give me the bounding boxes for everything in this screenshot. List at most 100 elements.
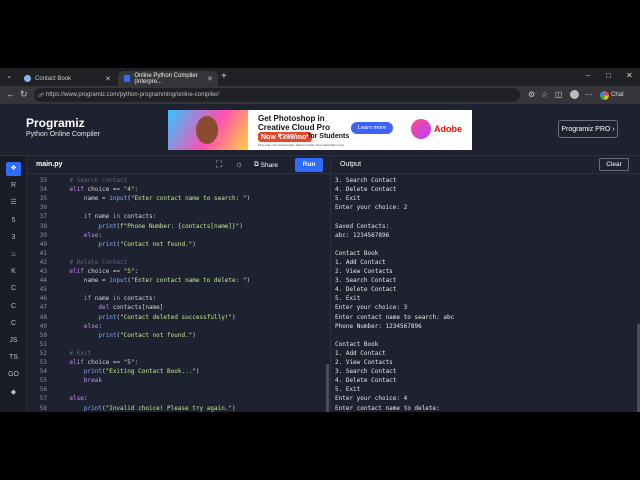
programiz-pro-button[interactable]: Programiz PRO › xyxy=(558,120,618,138)
code-line[interactable]: 47 del contacts[name] xyxy=(27,303,330,312)
tab-search-icon[interactable]: ⌄ xyxy=(4,72,14,82)
share-button[interactable]: ⧉ Share xyxy=(254,159,288,171)
code-line[interactable]: 55 break xyxy=(27,376,330,385)
code-token: ) xyxy=(246,195,251,203)
close-icon[interactable]: ✕ xyxy=(105,75,111,83)
sql-icon[interactable]: ☰ xyxy=(6,196,21,210)
split-view-icon[interactable]: ◫ xyxy=(555,90,563,99)
code-line[interactable]: 58 print("Invalid choice! Please try aga… xyxy=(27,404,330,413)
clear-button[interactable]: Clear xyxy=(599,158,629,171)
code-token: input xyxy=(109,277,128,285)
code-line[interactable]: 44 name = input("Enter contact name to d… xyxy=(27,276,330,285)
swift-icon[interactable]: ◆ xyxy=(6,386,21,400)
code-line[interactable]: 46 if name in contacts: xyxy=(27,294,330,303)
programiz-logo[interactable]: Programiz xyxy=(26,116,85,130)
code-line[interactable]: 49 else: xyxy=(27,322,330,331)
code-token: "Exiting Contact Book..." xyxy=(105,368,196,376)
code-token: else xyxy=(83,322,99,330)
code-token: : xyxy=(98,322,102,330)
bookmark-star-icon[interactable]: ☆ xyxy=(541,90,548,99)
code-line[interactable]: 39 else: xyxy=(27,231,330,240)
code-line[interactable]: 57 else: xyxy=(27,394,330,403)
code-line[interactable]: 40 print("Contact not found.") xyxy=(27,240,330,249)
maximize-icon[interactable]: □ xyxy=(606,71,611,80)
code-editor[interactable]: 33 # Search Contact 34 elif choice == "4"… xyxy=(27,174,330,412)
cpp-icon[interactable]: C xyxy=(6,300,21,314)
code-line[interactable]: 37 if name in contacts: xyxy=(27,212,330,221)
code-token: name = xyxy=(83,195,110,203)
csharp-icon[interactable]: C xyxy=(6,317,21,331)
ad-brand: Adobe xyxy=(434,124,462,134)
code-line[interactable]: 52 # Exit xyxy=(27,349,330,358)
fullscreen-icon[interactable]: ⛶ xyxy=(216,159,222,170)
c-icon[interactable]: C xyxy=(6,282,21,296)
python-icon[interactable]: ❖ xyxy=(6,162,21,176)
code-token: input xyxy=(109,195,128,203)
html-icon[interactable]: 5 xyxy=(6,214,21,228)
reload-icon[interactable]: ↻ xyxy=(20,89,28,100)
profile-avatar-icon[interactable] xyxy=(570,90,579,99)
code-line[interactable]: 45 xyxy=(27,285,330,294)
go-icon[interactable]: GO xyxy=(6,368,21,382)
code-line[interactable]: 53 elif choice == "5": xyxy=(27,358,330,367)
line-number: 57 xyxy=(39,395,47,403)
extensions-icon[interactable]: ⚙ xyxy=(528,90,535,99)
code-line[interactable]: 43 elif choice == "5": xyxy=(27,267,330,276)
browser-tab-compiler[interactable]: Online Python Compiler (Interpre... ✕ xyxy=(118,71,218,86)
ts-icon[interactable]: TS xyxy=(6,351,21,365)
share-label: Share xyxy=(260,161,279,169)
browser-tab-contact-book[interactable]: Contact Book ✕ xyxy=(18,71,116,86)
js-icon[interactable]: JS xyxy=(6,334,21,348)
code-token: "4" xyxy=(123,186,135,194)
code-line[interactable]: 51 xyxy=(27,340,330,349)
output-console[interactable]: 3. Search Contact 4. Delete Contact 5. Exi… xyxy=(330,174,640,412)
code-line[interactable]: 50 print("Contact not found.") xyxy=(27,331,330,340)
output-line: Enter contact name to search: abc xyxy=(335,313,455,321)
code-token: print xyxy=(98,222,117,230)
code-token: choice == xyxy=(83,268,124,275)
code-token: print xyxy=(83,404,102,412)
code-line[interactable]: 41 xyxy=(27,249,330,258)
theme-toggle-icon[interactable]: ☼ xyxy=(235,159,243,169)
code-line[interactable]: 38 print(f"Phone Number: {contacts[name]… xyxy=(27,222,330,231)
line-number: 38 xyxy=(39,222,47,230)
run-button[interactable]: Run xyxy=(295,158,323,172)
gemini-icon xyxy=(600,90,609,100)
code-line[interactable]: 56 xyxy=(27,385,330,394)
code-line[interactable]: 35 name = input("Enter contact name to s… xyxy=(27,194,330,203)
site-header: Programiz Python Online Compiler Get Pho… xyxy=(0,104,640,156)
code-line[interactable]: 34 elif choice == "4": xyxy=(27,185,330,194)
css-icon[interactable]: 3 xyxy=(6,231,21,245)
code-line[interactable]: 42 # Delete Contact xyxy=(27,258,330,267)
output-line: 3. Search Contact xyxy=(335,277,397,285)
output-line: 3. Search Contact xyxy=(335,177,397,184)
output-line: 5. Exit xyxy=(335,195,361,203)
kotlin-icon[interactable]: K xyxy=(6,265,21,279)
new-tab-icon[interactable]: + xyxy=(221,71,227,82)
code-token: ) xyxy=(232,404,236,412)
advertisement-banner[interactable]: Get Photoshop in Creative Cloud Pro Now … xyxy=(168,110,472,150)
output-line: 5. Exit xyxy=(335,386,361,394)
r-icon[interactable]: R xyxy=(6,179,21,193)
window-close-icon[interactable]: ✕ xyxy=(626,71,633,80)
more-menu-icon[interactable]: ⋯ xyxy=(585,90,593,99)
back-icon[interactable]: ← xyxy=(6,89,15,99)
code-line[interactable]: 48 print("Contact deleted successfully!"… xyxy=(27,313,330,322)
chat-button[interactable]: Chat xyxy=(600,89,632,101)
output-line: 4. Delete Contact xyxy=(335,186,397,194)
java-icon[interactable]: ♨ xyxy=(6,248,21,262)
file-tab-main-py[interactable]: main.py xyxy=(36,161,62,168)
line-number: 58 xyxy=(39,404,47,412)
address-bar[interactable]: ☍ https://www.programiz.com/python-progr… xyxy=(34,88,520,102)
code-line[interactable]: 54 print("Exiting Contact Book...") xyxy=(27,367,330,376)
minimize-icon[interactable]: – xyxy=(586,71,590,80)
line-number: 55 xyxy=(39,377,47,385)
ad-learn-more-button[interactable]: Learn more xyxy=(351,122,393,134)
ad-price-suffix: for Students xyxy=(308,133,350,140)
code-line[interactable]: 33 # Search Contact xyxy=(27,176,330,185)
code-token: name xyxy=(91,295,113,303)
close-icon[interactable]: ✕ xyxy=(207,75,213,83)
code-token: ) xyxy=(239,222,243,230)
code-line[interactable]: 36 xyxy=(27,203,330,212)
